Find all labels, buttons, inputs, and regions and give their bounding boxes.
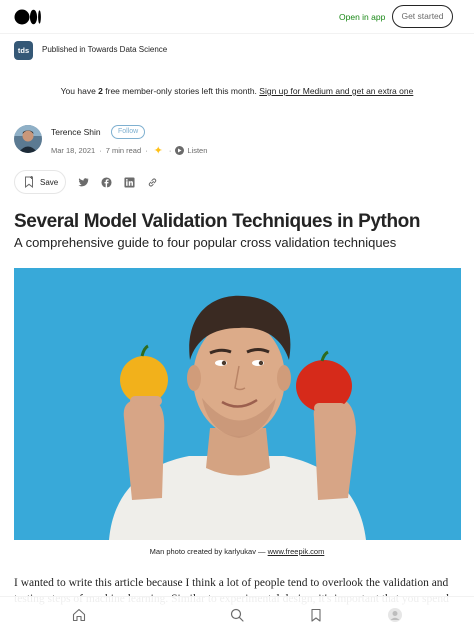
- article-meta: Mar 18, 2021 · 7 min read · ✦ · Listen: [51, 144, 207, 157]
- hero-image: [14, 268, 461, 540]
- article-subtitle: A comprehensive guide to four popular cr…: [14, 235, 397, 250]
- get-started-button[interactable]: Get started: [392, 5, 453, 28]
- separator-dot: ·: [145, 146, 148, 155]
- save-button[interactable]: Save: [14, 170, 66, 194]
- publication-icon[interactable]: tds: [14, 41, 33, 60]
- author-name[interactable]: Terence Shin: [51, 127, 101, 137]
- publish-date: Mar 18, 2021: [51, 146, 96, 155]
- separator-dot: ·: [99, 146, 102, 155]
- member-banner: You have 2 free member-only stories left…: [0, 86, 474, 96]
- home-icon[interactable]: [71, 607, 87, 623]
- bookmark-icon: [25, 176, 33, 188]
- separator-dot: ·: [168, 146, 172, 155]
- medium-logo-icon[interactable]: [14, 9, 42, 25]
- follow-button[interactable]: Follow: [111, 125, 146, 139]
- search-icon[interactable]: [229, 607, 245, 623]
- facebook-icon[interactable]: [101, 177, 112, 188]
- signup-link[interactable]: Sign up for Medium and get an extra one: [259, 86, 413, 96]
- open-in-app-link[interactable]: Open in app: [339, 12, 385, 22]
- star-icon: ✦: [153, 145, 163, 157]
- banner-prefix: You have: [60, 86, 99, 96]
- listen-button[interactable]: Listen: [187, 146, 207, 155]
- caption-text: Man photo created by karlyukav —: [149, 547, 268, 556]
- caption-link[interactable]: www.freepik.com: [268, 547, 325, 556]
- link-icon[interactable]: [147, 177, 158, 188]
- image-caption: Man photo created by karlyukav — www.fre…: [0, 547, 474, 556]
- bottom-nav: [0, 596, 474, 632]
- save-label: Save: [40, 177, 59, 187]
- bookmarks-icon[interactable]: [308, 607, 324, 623]
- play-icon[interactable]: [175, 146, 185, 155]
- author-avatar[interactable]: [14, 125, 42, 153]
- twitter-icon[interactable]: [78, 177, 89, 188]
- read-time: 7 min read: [105, 146, 142, 155]
- top-bar: Open in app Get started: [0, 0, 474, 34]
- publication-label[interactable]: Published in Towards Data Science: [42, 45, 167, 54]
- linkedin-icon[interactable]: [124, 177, 135, 188]
- banner-middle: free member-only stories left this month…: [102, 86, 260, 96]
- profile-icon[interactable]: [387, 607, 403, 623]
- article-title: Several Model Validation Techniques in P…: [14, 211, 421, 232]
